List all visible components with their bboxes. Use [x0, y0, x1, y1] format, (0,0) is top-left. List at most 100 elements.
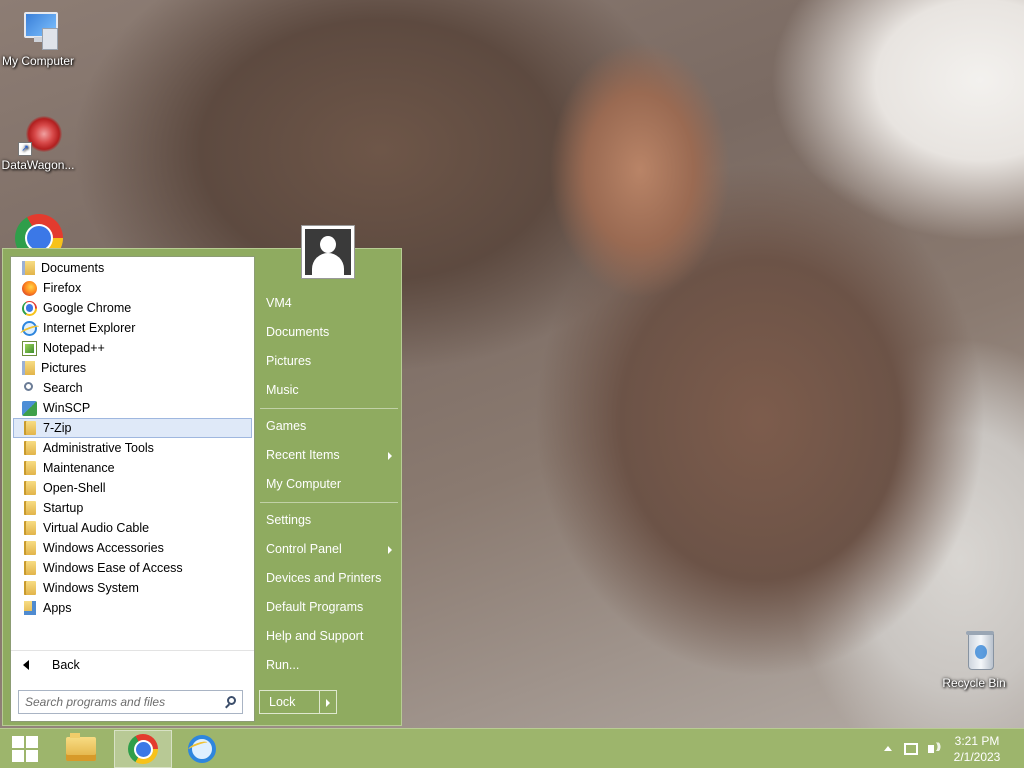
start-menu: Documents Firefox Google Chrome Internet… — [2, 225, 402, 726]
program-folder-windows-system[interactable]: Windows System — [13, 578, 252, 598]
desktop-icon-my-computer[interactable]: My Computer — [0, 8, 76, 68]
start-button[interactable] — [0, 730, 54, 768]
program-label: Internet Explorer — [43, 321, 136, 335]
file-explorer-button[interactable] — [52, 730, 110, 768]
system-tray: 3:21 PM 2/1/2023 — [884, 729, 1024, 768]
program-label: Windows Ease of Access — [43, 561, 183, 575]
internet-explorer-icon — [22, 320, 37, 336]
desktop-icon-label: Recycle Bin — [942, 676, 1006, 690]
program-label: Windows Accessories — [43, 541, 164, 555]
recycle-bin-icon — [952, 630, 996, 674]
program-label: Firefox — [43, 281, 82, 295]
program-firefox[interactable]: Firefox — [13, 278, 252, 298]
program-label: Pictures — [41, 361, 87, 375]
network-icon[interactable] — [904, 742, 918, 755]
program-folder-administrative-tools[interactable]: Administrative Tools — [13, 438, 252, 458]
right-item-default-programs[interactable]: Default Programs — [260, 593, 398, 622]
folder-icon — [24, 581, 36, 595]
clock[interactable]: 3:21 PM 2/1/2023 — [950, 733, 1004, 765]
clock-date: 2/1/2023 — [953, 749, 1001, 764]
user-picture[interactable] — [301, 225, 355, 279]
show-hidden-icons-icon[interactable] — [884, 746, 892, 751]
right-item-pictures[interactable]: Pictures — [260, 347, 398, 376]
right-item-games[interactable]: Games — [260, 412, 398, 441]
folder-icon — [24, 481, 36, 495]
right-item-label: VM4 — [266, 296, 292, 310]
desktop-icon-label: My Computer — [1, 54, 75, 68]
program-folder-virtual-audio-cable[interactable]: Virtual Audio Cable — [13, 518, 252, 538]
program-label: Maintenance — [43, 461, 115, 475]
program-documents[interactable]: Documents — [13, 258, 252, 278]
right-item-settings[interactable]: Settings — [260, 506, 398, 535]
program-notepadpp[interactable]: Notepad++ — [13, 338, 252, 358]
file-explorer-icon — [66, 733, 96, 761]
submenu-arrow-icon — [388, 452, 392, 460]
program-folder-windows-accessories[interactable]: Windows Accessories — [13, 538, 252, 558]
lock-button-group: Lock — [259, 690, 337, 714]
right-item-label: Documents — [266, 325, 330, 339]
internet-explorer-button[interactable] — [176, 730, 234, 768]
back-label: Back — [52, 658, 80, 672]
right-item-label: Help and Support — [266, 629, 364, 643]
program-label: 7-Zip — [43, 421, 72, 435]
right-item-vm4[interactable]: VM4 — [260, 289, 398, 318]
desktop-icon-chrome[interactable] — [15, 214, 63, 248]
desktop-icon-recycle-bin[interactable]: Recycle Bin — [936, 630, 1012, 690]
program-google-chrome[interactable]: Google Chrome — [13, 298, 252, 318]
program-folder-apps[interactable]: Apps — [13, 598, 252, 618]
folder-icon — [24, 421, 36, 435]
back-button[interactable]: Back — [11, 650, 254, 679]
program-folder-7-zip[interactable]: 7-Zip — [13, 418, 252, 438]
chrome-button[interactable] — [114, 730, 172, 768]
program-folder-open-shell[interactable]: Open-Shell — [13, 478, 252, 498]
folder-icon — [24, 501, 36, 515]
windows-logo-icon — [12, 736, 38, 762]
search-icon[interactable] — [227, 696, 236, 705]
volume-icon[interactable] — [928, 741, 939, 753]
folder-icon — [24, 541, 36, 555]
program-folder-windows-ease-of-access[interactable]: Windows Ease of Access — [13, 558, 252, 578]
programs-list: Documents Firefox Google Chrome Internet… — [13, 258, 252, 618]
desktop-icon-label: DataWagon... — [1, 158, 75, 172]
program-label: Notepad++ — [43, 341, 105, 355]
program-label: Search — [43, 381, 83, 395]
program-label: Virtual Audio Cable — [43, 521, 150, 535]
search-box[interactable] — [18, 690, 243, 714]
program-internet-explorer[interactable]: Internet Explorer — [13, 318, 252, 338]
right-item-music[interactable]: Music — [260, 376, 398, 405]
right-item-devices-and-printers[interactable]: Devices and Printers — [260, 564, 398, 593]
program-label: Apps — [43, 601, 72, 615]
right-item-label: Games — [266, 419, 307, 433]
right-item-control-panel[interactable]: Control Panel — [260, 535, 398, 564]
programs-panel: Documents Firefox Google Chrome Internet… — [10, 256, 255, 722]
right-item-documents[interactable]: Documents — [260, 318, 398, 347]
right-item-my-computer[interactable]: My Computer — [260, 470, 398, 499]
folder-icon — [24, 521, 36, 535]
program-folder-startup[interactable]: Startup — [13, 498, 252, 518]
program-folder-maintenance[interactable]: Maintenance — [13, 458, 252, 478]
program-winscp[interactable]: WinSCP — [13, 398, 252, 418]
program-search[interactable]: Search — [13, 378, 252, 398]
folder-icon — [24, 441, 36, 455]
program-label: Administrative Tools — [43, 441, 154, 455]
program-label: Open-Shell — [43, 481, 106, 495]
program-pictures[interactable]: Pictures — [13, 358, 252, 378]
right-item-label: Default Programs — [266, 600, 364, 614]
pictures-folder-icon — [22, 361, 35, 375]
right-item-label: Run... — [266, 658, 300, 672]
desktop-icon-datawagon[interactable]: ↗ DataWagon... — [0, 112, 76, 172]
lock-button[interactable]: Lock — [260, 691, 320, 713]
right-item-recent-items[interactable]: Recent Items — [260, 441, 398, 470]
right-item-help-and-support[interactable]: Help and Support — [260, 622, 398, 651]
winscp-icon — [22, 400, 37, 416]
program-label: Windows System — [43, 581, 139, 595]
user-icon — [305, 229, 351, 275]
search-input[interactable] — [19, 694, 217, 710]
right-item-label: My Computer — [266, 477, 342, 491]
separator — [260, 408, 398, 409]
apps-folder-icon — [24, 601, 36, 615]
right-item-run[interactable]: Run... — [260, 651, 398, 680]
chrome-icon — [22, 300, 37, 316]
shutdown-options-arrow-icon[interactable] — [320, 691, 336, 713]
back-arrow-icon — [23, 660, 29, 670]
